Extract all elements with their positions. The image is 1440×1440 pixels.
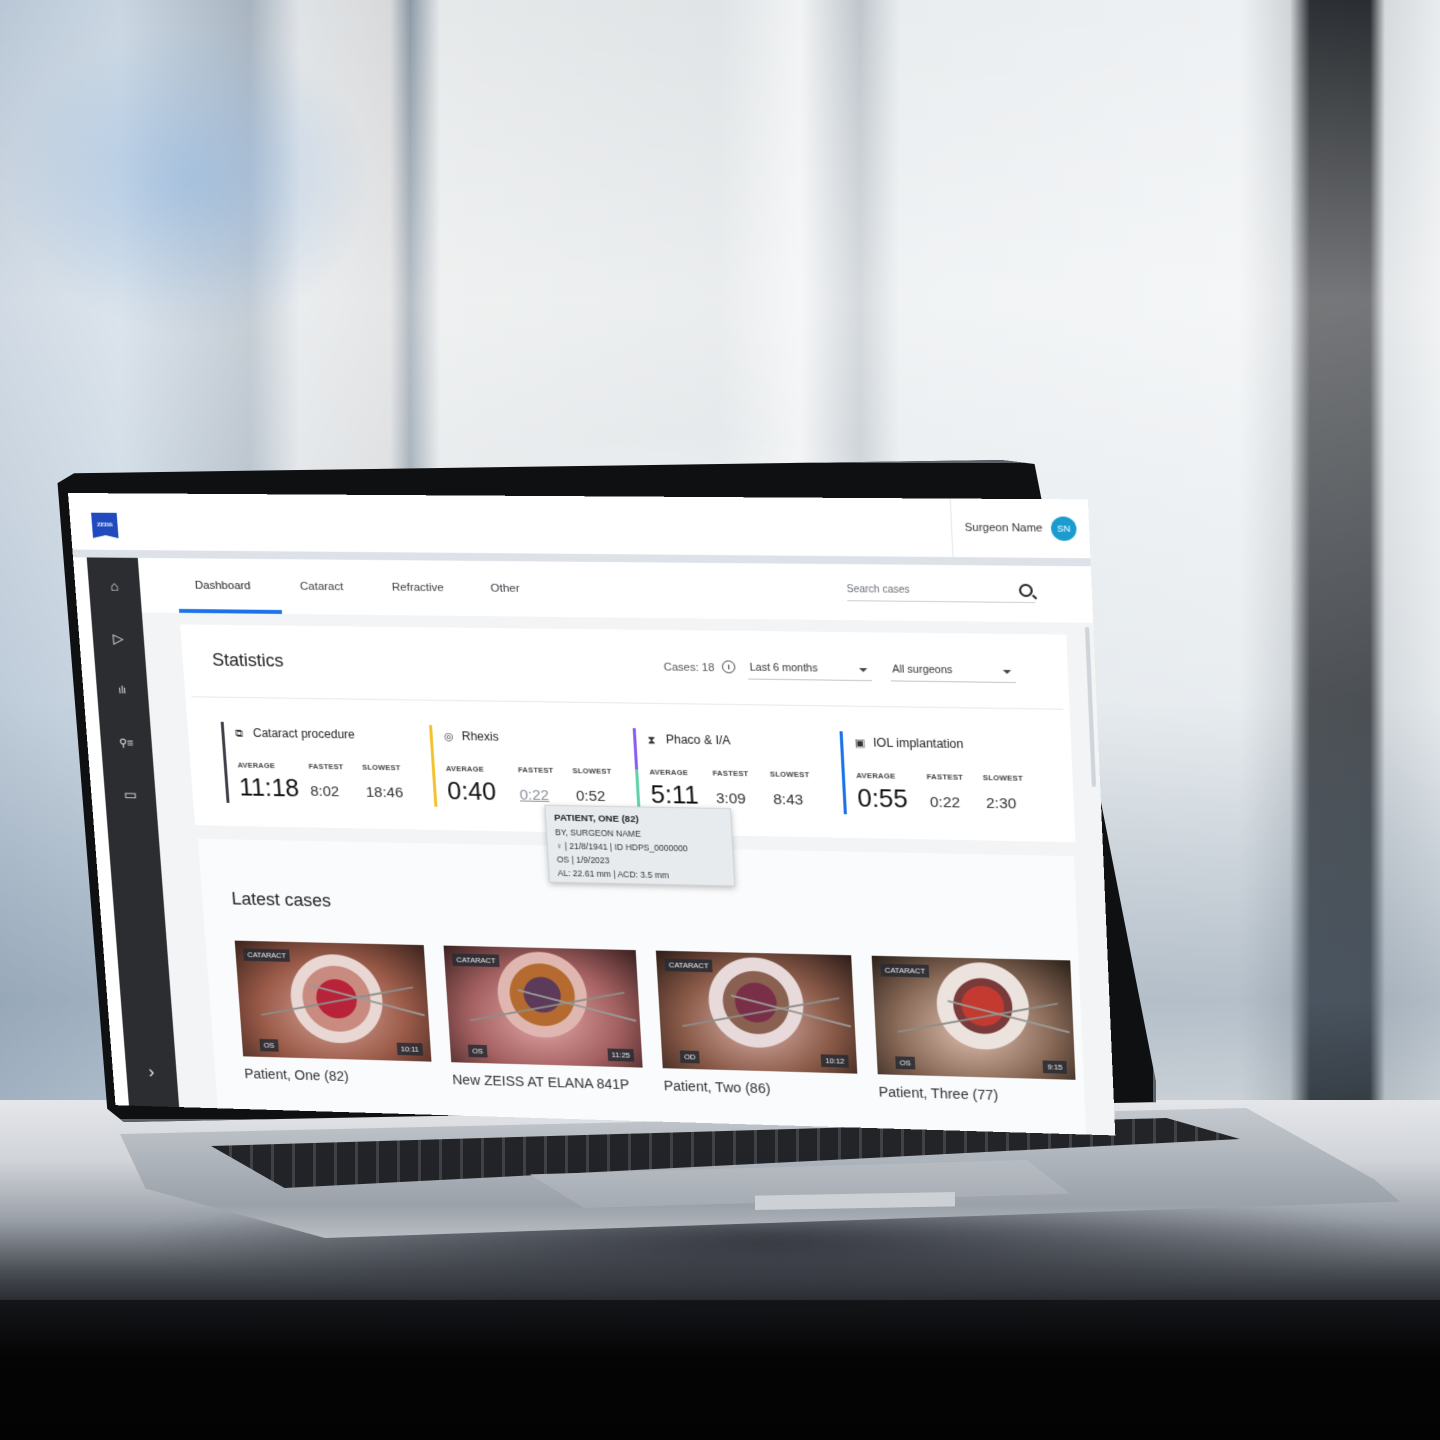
tooltip-measurements: AL: 22.61 mm | ACD: 3.5 mm [557,868,670,881]
metric-color-bar [220,721,230,803]
duration-badge: 11:25 [607,1048,635,1062]
tab-dashboard[interactable]: Dashboard [195,580,252,592]
duration-badge: 10:11 [396,1042,424,1056]
fastest-label: FASTEST [517,765,554,775]
average-value: 11:18 [238,774,301,803]
case-name[interactable]: Patient, Three (77) [878,1084,1076,1105]
duration-badge: 9:15 [1042,1060,1067,1074]
case-video-thumbnail[interactable]: CATARACT OS 11:25 [443,945,643,1068]
user-name: Surgeon Name [964,521,1043,535]
chevron-down-icon [1002,669,1012,675]
tab-other[interactable]: Other [490,583,520,595]
slowest-label: SLOWEST [982,773,1024,783]
eye-badge: OS [467,1044,488,1058]
tab-cataract[interactable]: Cataract [300,581,344,593]
average-label: AVERAGE [445,764,485,774]
statistics-icon[interactable]: ılı [96,676,149,706]
average-label: AVERAGE [237,760,276,771]
case-card[interactable]: CATARACT OS 9:15 Patient, Three (77) [871,955,1077,1105]
search-icon[interactable] [1018,583,1034,598]
statistics-title: Statistics [211,650,285,671]
metric-name: Rhexis [461,729,500,744]
phaco-icon: ⧗ [647,734,656,747]
surgeon-select[interactable]: All surgeons [889,658,1016,684]
fastest-value: 0:22 [929,794,961,812]
search-placeholder: Search cases [846,584,911,596]
fastest-label: FASTEST [926,772,964,782]
desk-edge [0,1300,1440,1440]
slowest-value: 0:52 [575,787,607,805]
slowest-value: 8:43 [772,791,804,809]
case-category-badge: CATARACT [664,958,713,973]
case-name[interactable]: Patient, Two (86) [663,1078,858,1099]
metric-iol-implantation: ▣ IOL implantation AVERAGE FASTEST SLOWES… [839,731,1042,823]
app-header: ZEISS Surgeon Name SN [68,493,1091,567]
metric-color-bar [429,725,438,807]
case-category-badge: CATARACT [243,948,291,962]
metric-color-bar [632,728,641,811]
period-select[interactable]: Last 6 months [747,656,873,682]
slowest-label: SLOWEST [361,762,401,773]
latest-cases-title: Latest cases [230,889,332,911]
fastest-label: FASTEST [712,768,749,779]
eye-badge: OD [679,1050,700,1064]
case-card[interactable]: CATARACT OS 10:11 Patient, One (82) [234,940,433,1087]
scrollbar[interactable] [1084,626,1097,787]
avatar[interactable]: SN [1050,516,1077,541]
average-value: 0:40 [446,777,497,806]
average-value: 0:55 [856,784,909,814]
fastest-value: 8:02 [309,783,340,801]
patient-tooltip: PATIENT, ONE (82) BY, SURGEON NAME ♀ | 2… [544,804,736,887]
message-icon[interactable]: ▭ [104,780,157,810]
case-name[interactable]: New ZEISS AT ELANA 841P [452,1072,644,1093]
duration-badge: 10:12 [820,1054,849,1068]
average-label: AVERAGE [649,767,689,778]
rhexis-icon: ◎ [443,731,454,743]
case-category-badge: CATARACT [880,963,930,978]
case-category-badge: CATARACT [452,953,500,968]
fastest-value: 3:09 [715,790,747,808]
tab-refractive[interactable]: Refractive [392,582,445,594]
eye-badge: OS [895,1056,916,1070]
metric-rhexis: ◎ Rhexis AVERAGE FASTEST SLOWEST 0:40 0:2… [429,725,626,816]
slowest-value: 18:46 [365,784,404,802]
fastest-value-link[interactable]: 0:22 [519,787,549,804]
metric-name: Cataract procedure [252,726,356,742]
divider [191,696,1064,710]
eye-badge: OS [259,1038,279,1052]
iol-icon: ▣ [854,737,866,750]
case-name[interactable]: Patient, One (82) [244,1066,433,1087]
slowest-value: 2:30 [985,795,1017,813]
period-select-value: Last 6 months [749,661,818,675]
case-video-thumbnail[interactable]: CATARACT OS 10:11 [234,940,432,1062]
case-video-thumbnail[interactable]: CATARACT OD 10:12 [655,950,858,1074]
info-icon[interactable]: i [721,660,736,674]
zeiss-logo[interactable]: ZEISS [91,513,118,539]
case-card[interactable]: CATARACT OD 10:12 Patient, Two (86) [655,950,859,1099]
metric-name: IOL implantation [872,735,964,752]
average-label: AVERAGE [856,771,896,781]
metric-cataract-procedure: ⧉ Cataract procedure AVERAGE FASTEST SLOW… [220,721,415,812]
patient-list-icon[interactable]: ⚲≡ [100,728,153,758]
case-video-thumbnail[interactable]: CATARACT OS 9:15 [871,955,1076,1080]
case-card[interactable]: CATARACT OS 11:25 New ZEISS AT ELANA 841… [443,945,645,1093]
metric-color-bar [839,731,847,815]
search-input[interactable]: Search cases [846,578,1036,604]
home-icon[interactable]: ⌂ [88,571,141,601]
laptop-screen: ZEISS Surgeon Name SN ⌂ ▷ ılı ⚲≡ ▭ › Das… [68,493,1116,1136]
slowest-label: SLOWEST [769,769,810,780]
fastest-label: FASTEST [308,761,344,772]
cataract-procedure-icon: ⧉ [234,727,244,740]
tab-bar: Dashboard Cataract Refractive Other Sear… [137,557,1094,623]
surgeon-select-value: All surgeons [891,663,953,677]
metric-name: Phaco & I/A [665,732,731,748]
user-menu[interactable]: Surgeon Name SN [949,498,1091,559]
cases-count: Cases: 18 [663,661,715,675]
chevron-down-icon [859,668,868,673]
active-tab-indicator [178,608,283,614]
play-icon[interactable]: ▷ [92,623,145,653]
chevron-right-icon[interactable]: › [125,1057,177,1087]
main-content: Dashboard Cataract Refractive Other Sear… [137,557,1116,1136]
slowest-label: SLOWEST [572,766,612,776]
